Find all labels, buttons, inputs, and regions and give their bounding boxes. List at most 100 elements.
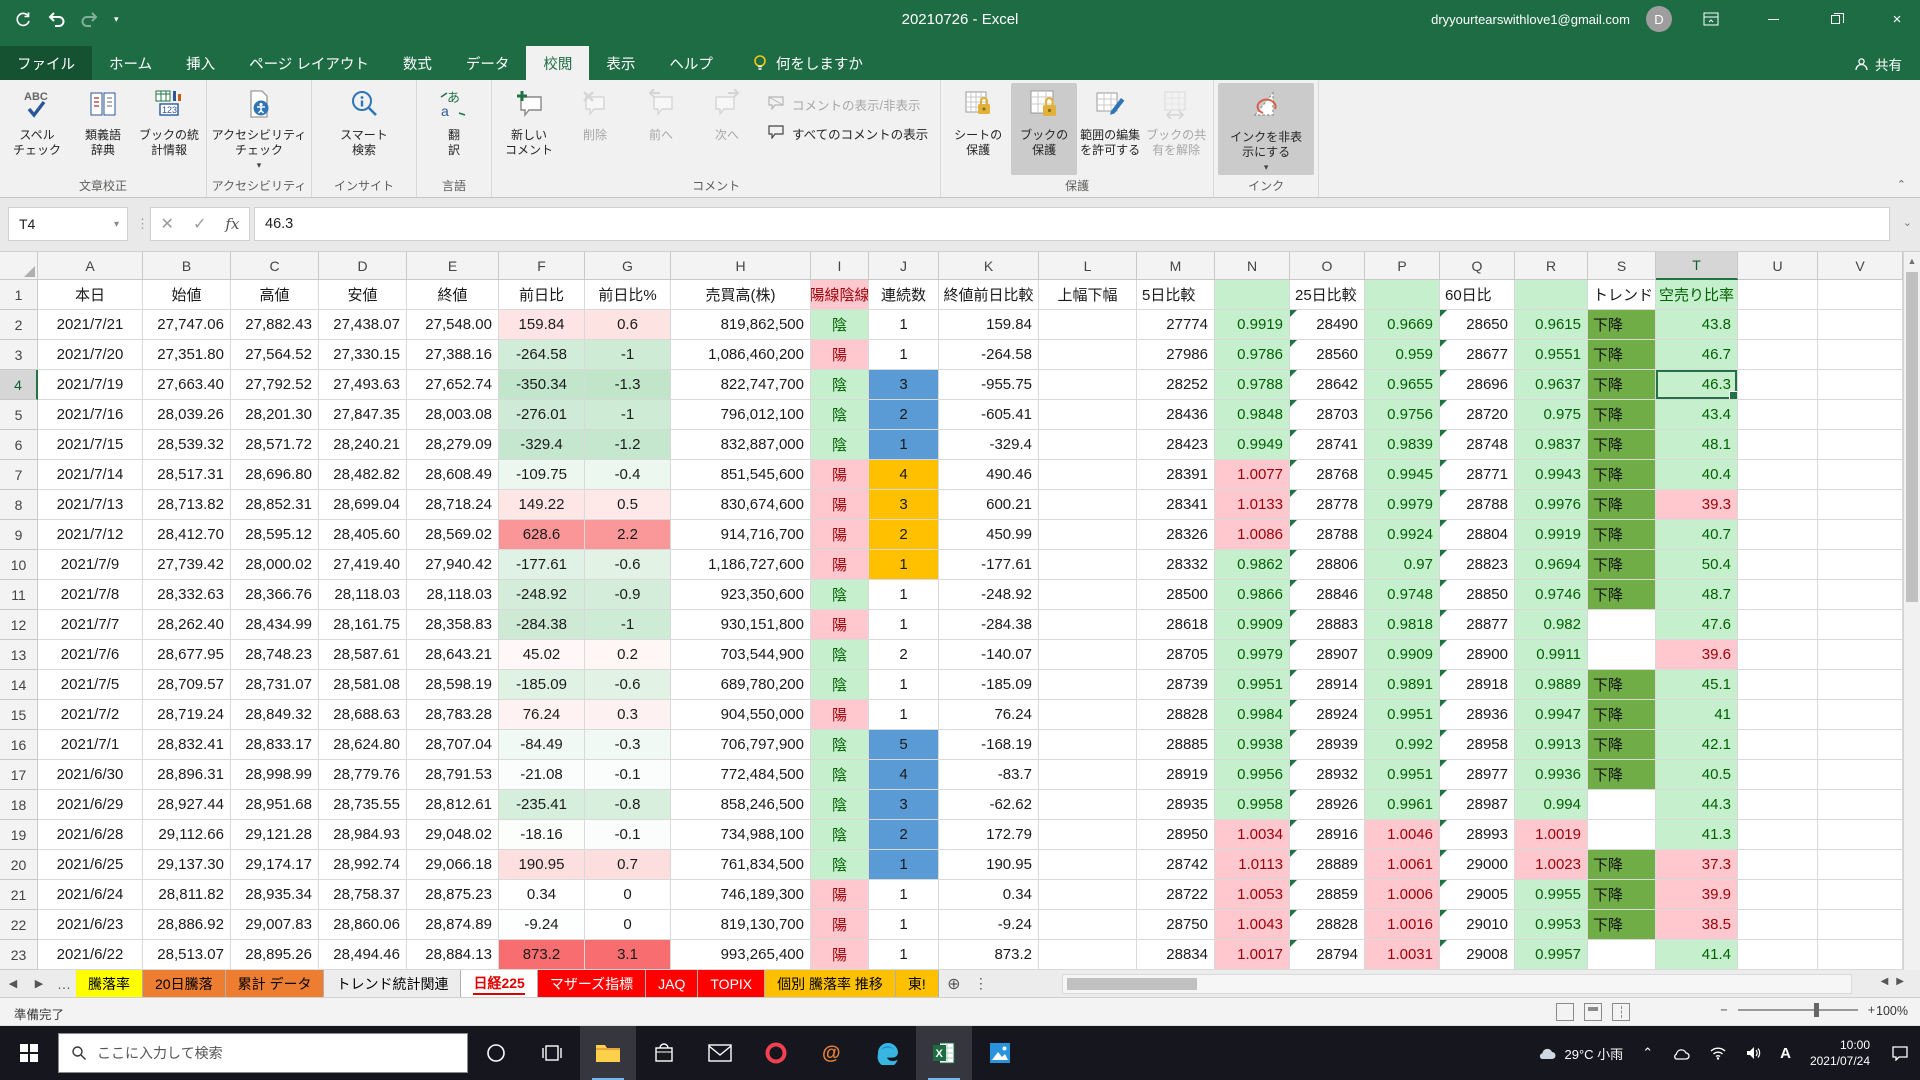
cell-P4[interactable]: 0.9655 [1365,370,1440,400]
cell-D7[interactable]: 28,482.82 [319,460,407,490]
cell-A15[interactable]: 2021/7/2 [38,700,143,730]
cell-O12[interactable]: 28883 [1290,610,1365,640]
cell-G14[interactable]: -0.6 [585,670,671,700]
cell-B18[interactable]: 28,927.44 [143,790,231,820]
cell-B20[interactable]: 29,137.30 [143,850,231,880]
cell-R5[interactable]: 0.975 [1515,400,1588,430]
cell-F6[interactable]: -329.4 [499,430,585,460]
cell-L19[interactable] [1039,820,1137,850]
zoom-slider-thumb[interactable] [1814,1003,1819,1017]
start-button[interactable] [0,1026,58,1080]
cell-R7[interactable]: 0.9943 [1515,460,1588,490]
cell-O9[interactable]: 28788 [1290,520,1365,550]
cell-H20[interactable]: 761,834,500 [671,850,811,880]
cell-F22[interactable]: -9.24 [499,910,585,940]
cell-D9[interactable]: 28,405.60 [319,520,407,550]
cell-A13[interactable]: 2021/7/6 [38,640,143,670]
ribbon-button-スペルチェック[interactable]: ABCスペル チェック [4,83,70,175]
vertical-scroll-thumb[interactable] [1906,272,1918,602]
cell-E10[interactable]: 27,940.42 [407,550,499,580]
cell-O17[interactable]: 28932 [1290,760,1365,790]
cell-F10[interactable]: -177.61 [499,550,585,580]
cell-K18[interactable]: -62.62 [939,790,1039,820]
cell-J22[interactable]: 1 [869,910,939,940]
cell-R13[interactable]: 0.9911 [1515,640,1588,670]
cell-M20[interactable]: 28742 [1137,850,1215,880]
cell-M18[interactable]: 28935 [1137,790,1215,820]
cell-D6[interactable]: 28,240.21 [319,430,407,460]
cell-Q7[interactable]: 28771 [1440,460,1515,490]
ribbon-button-範囲の編集を許可する[interactable]: 範囲の編集 を許可する [1077,83,1143,175]
cell-P9[interactable]: 0.9924 [1365,520,1440,550]
photos-icon[interactable] [972,1026,1028,1080]
field-header-25日比較[interactable]: 25日比較 [1290,280,1365,310]
cell-O16[interactable]: 28939 [1290,730,1365,760]
cell-R19[interactable]: 1.0019 [1515,820,1588,850]
cell-V12[interactable] [1818,610,1903,640]
cell-S23[interactable] [1588,940,1656,970]
cell-E4[interactable]: 27,652.74 [407,370,499,400]
cell-V15[interactable] [1818,700,1903,730]
column-header-A[interactable]: A [38,252,143,280]
cell-I4[interactable]: 陰 [811,370,869,400]
cell-V17[interactable] [1818,760,1903,790]
cell-F3[interactable]: -264.58 [499,340,585,370]
tray-chevron-up-icon[interactable]: ⌃ [1633,1026,1662,1080]
cell-Q17[interactable]: 28977 [1440,760,1515,790]
cell-S18[interactable] [1588,790,1656,820]
cell-V22[interactable] [1818,910,1903,940]
cell-D22[interactable]: 28,860.06 [319,910,407,940]
cell-S22[interactable]: 下降 [1588,910,1656,940]
zoom-in-icon[interactable]: + [1868,1003,1875,1017]
row-header-7[interactable]: 7 [0,460,38,490]
cell-T11[interactable]: 48.7 [1656,580,1738,610]
cell-V5[interactable] [1818,400,1903,430]
cell-N8[interactable]: 1.0133 [1215,490,1290,520]
column-header-R[interactable]: R [1515,252,1588,280]
cell-G15[interactable]: 0.3 [585,700,671,730]
ribbon-tab-2[interactable]: 挿入 [169,46,232,80]
cell-K2[interactable]: 159.84 [939,310,1039,340]
cell-M5[interactable]: 28436 [1137,400,1215,430]
cell-E9[interactable]: 28,569.02 [407,520,499,550]
cell-F14[interactable]: -185.09 [499,670,585,700]
ribbon-button-ブックの保護[interactable]: ブックの 保護 [1011,83,1077,175]
cell-D8[interactable]: 28,699.04 [319,490,407,520]
cell-H8[interactable]: 830,674,600 [671,490,811,520]
cell-G2[interactable]: 0.6 [585,310,671,340]
cell-G8[interactable]: 0.5 [585,490,671,520]
cell-G22[interactable]: 0 [585,910,671,940]
cell-C8[interactable]: 28,852.31 [231,490,319,520]
column-header-E[interactable]: E [407,252,499,280]
clock[interactable]: 10:00 2021/07/24 [1800,1037,1880,1069]
cell-C10[interactable]: 28,000.02 [231,550,319,580]
cell-M21[interactable]: 28722 [1137,880,1215,910]
cell-J12[interactable]: 1 [869,610,939,640]
cell-U12[interactable] [1738,610,1818,640]
cell-K15[interactable]: 76.24 [939,700,1039,730]
cell-K3[interactable]: -264.58 [939,340,1039,370]
cell-L6[interactable] [1039,430,1137,460]
cell-D14[interactable]: 28,581.08 [319,670,407,700]
cell-S12[interactable] [1588,610,1656,640]
cell-D16[interactable]: 28,624.80 [319,730,407,760]
cell-T8[interactable]: 39.3 [1656,490,1738,520]
cell-C19[interactable]: 29,121.28 [231,820,319,850]
column-header-I[interactable]: I [811,252,869,280]
network-icon[interactable] [1700,1026,1736,1080]
cell-P8[interactable]: 0.9979 [1365,490,1440,520]
scroll-up-icon[interactable]: ▲ [1904,252,1920,269]
cell-K11[interactable]: -248.92 [939,580,1039,610]
cell-M10[interactable]: 28332 [1137,550,1215,580]
cell-Q13[interactable]: 28900 [1440,640,1515,670]
cell-U17[interactable] [1738,760,1818,790]
cell-T13[interactable]: 39.6 [1656,640,1738,670]
cell-T17[interactable]: 40.5 [1656,760,1738,790]
cell-I8[interactable]: 陽 [811,490,869,520]
cell-V9[interactable] [1818,520,1903,550]
page-break-view-icon[interactable] [1612,1003,1630,1021]
cell-G21[interactable]: 0 [585,880,671,910]
cell-J5[interactable]: 2 [869,400,939,430]
cell-F23[interactable]: 873.2 [499,940,585,970]
cell-L13[interactable] [1039,640,1137,670]
